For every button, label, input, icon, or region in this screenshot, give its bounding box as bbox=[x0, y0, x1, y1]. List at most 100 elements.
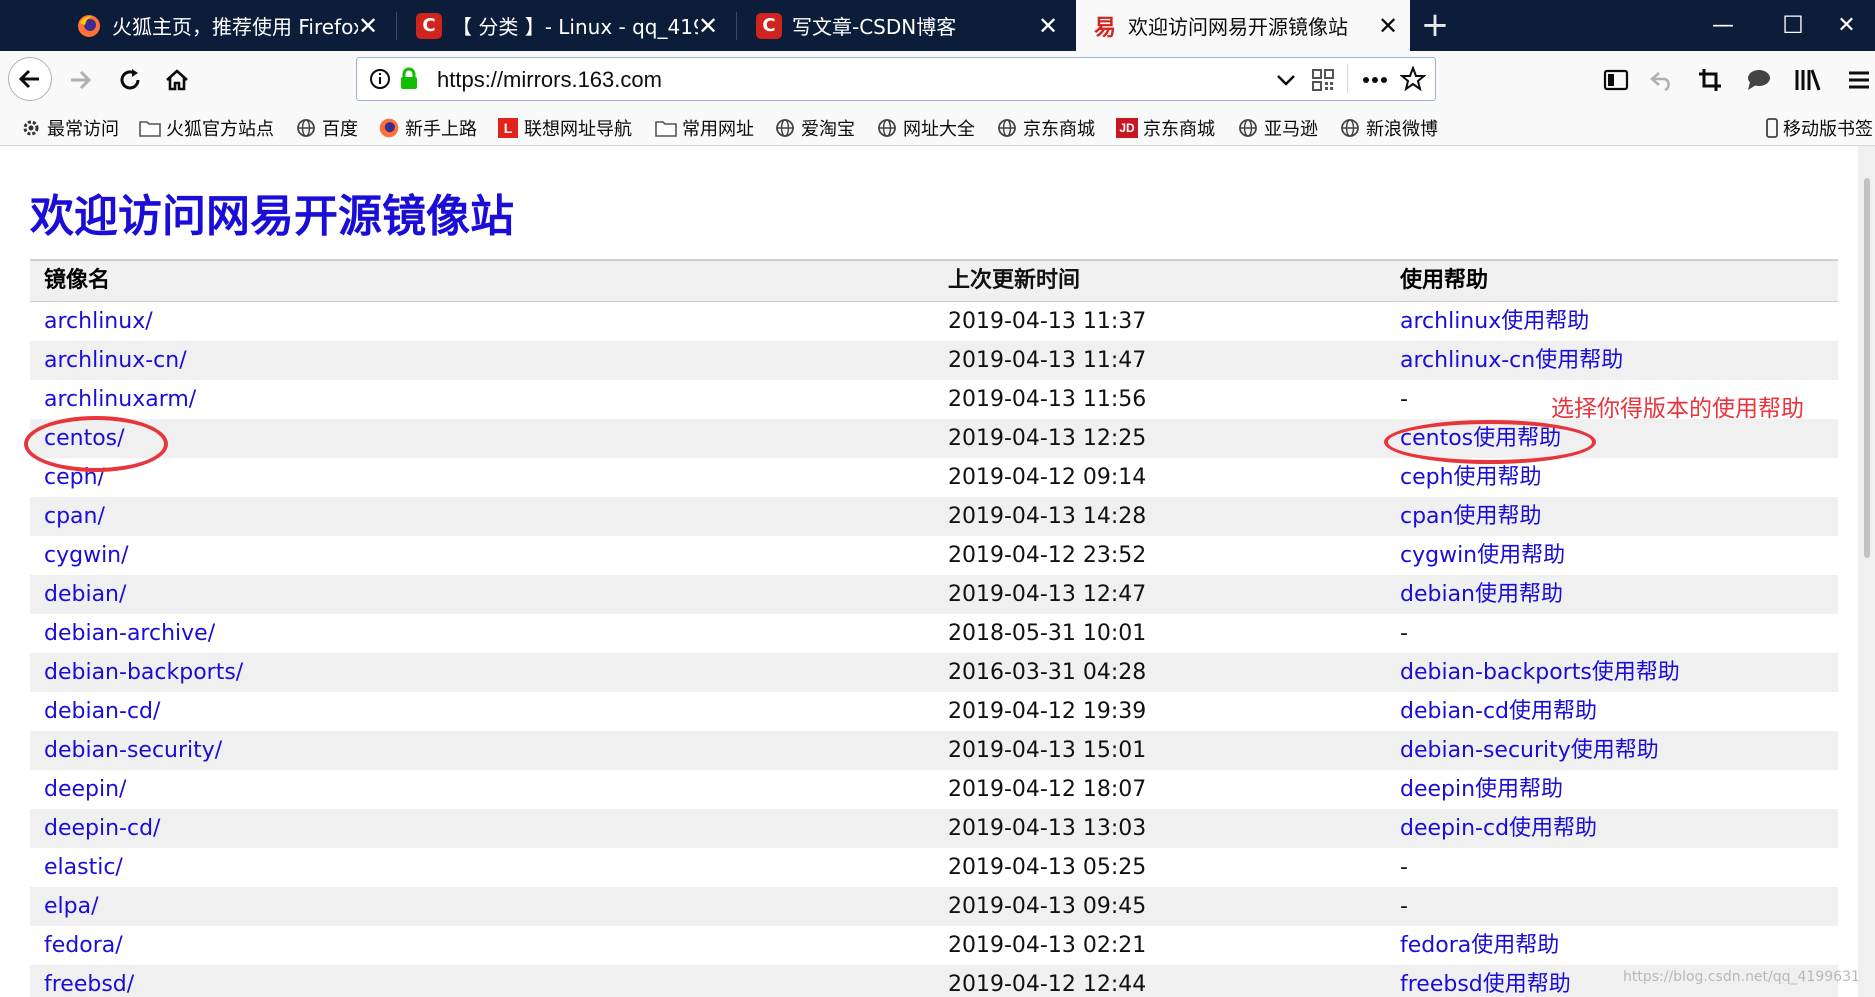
bookmark-label: 新手上路 bbox=[405, 119, 477, 140]
bookmark-label: 最常访问 bbox=[47, 119, 119, 140]
bookmark-aitaobao[interactable]: 爱淘宝 bbox=[774, 113, 855, 143]
url-text[interactable]: https://mirrors.163.com bbox=[437, 67, 662, 93]
undo-button[interactable] bbox=[1642, 60, 1682, 100]
tab-firefox-home[interactable]: 火狐主页，推荐使用 Firefox 火 ✕ bbox=[60, 0, 390, 51]
mirror-link[interactable]: cygwin/ bbox=[44, 536, 129, 575]
new-tab-button[interactable]: + bbox=[1418, 4, 1452, 46]
mirror-link[interactable]: cpan/ bbox=[44, 497, 105, 536]
bookmark-mobile[interactable]: 移动版书签 bbox=[1766, 113, 1873, 143]
help-link[interactable]: debian-cd使用帮助 bbox=[1400, 692, 1597, 731]
bookmark-getting-started[interactable]: 新手上路 bbox=[378, 113, 477, 143]
bookmark-jd-1[interactable]: 京东商城 bbox=[996, 113, 1095, 143]
mirror-link[interactable]: debian-security/ bbox=[44, 731, 222, 770]
url-bar[interactable]: https://mirrors.163.com bbox=[356, 57, 1436, 101]
bookmark-amazon[interactable]: 亚马逊 bbox=[1237, 113, 1318, 143]
close-icon[interactable]: ✕ bbox=[1378, 12, 1398, 40]
lock-icon[interactable] bbox=[399, 67, 419, 91]
mirror-link[interactable]: debian-archive/ bbox=[44, 614, 215, 653]
more-actions-icon[interactable] bbox=[1361, 68, 1389, 92]
menu-button[interactable] bbox=[1840, 60, 1875, 100]
mirror-link[interactable]: debian/ bbox=[44, 575, 126, 614]
last-updated: 2019-04-12 09:14 bbox=[948, 465, 1147, 490]
minimize-button[interactable]: — bbox=[1688, 0, 1758, 51]
help-link[interactable]: cpan使用帮助 bbox=[1400, 497, 1542, 536]
tab-netease-mirror[interactable]: 易 欢迎访问网易开源镜像站 ✕ bbox=[1076, 0, 1410, 51]
bookmark-lenovo-nav[interactable]: L 联想网址导航 bbox=[497, 113, 632, 143]
mirror-link[interactable]: archlinuxarm/ bbox=[44, 380, 196, 419]
tab-title: 火狐主页，推荐使用 Firefox 火 bbox=[112, 15, 358, 39]
bookmark-label: 新浪微博 bbox=[1366, 119, 1438, 140]
folder-icon bbox=[139, 117, 161, 139]
help-none: - bbox=[1400, 387, 1408, 412]
table-row: elastic/2019-04-13 05:25 - bbox=[30, 848, 1838, 887]
sidebar-button[interactable] bbox=[1596, 60, 1636, 100]
info-icon[interactable] bbox=[369, 68, 391, 90]
bookmark-jd-2[interactable]: JD 京东商城 bbox=[1116, 113, 1215, 143]
tab-separator bbox=[736, 12, 737, 40]
table-row: debian-archive/2018-05-31 10:01 - bbox=[30, 614, 1838, 653]
window-close-button[interactable]: ✕ bbox=[1818, 0, 1875, 51]
annotation-text: 选择你得版本的使用帮助 bbox=[1551, 396, 1804, 422]
close-icon[interactable]: ✕ bbox=[358, 12, 378, 40]
mirror-link[interactable]: deepin/ bbox=[44, 770, 126, 809]
table-row: deepin/2019-04-12 18:07 deepin使用帮助 bbox=[30, 770, 1838, 809]
help-link[interactable]: deepin使用帮助 bbox=[1400, 770, 1563, 809]
firefox-icon bbox=[76, 13, 102, 39]
mirror-link[interactable]: debian-backports/ bbox=[44, 653, 243, 692]
forward-button[interactable] bbox=[60, 60, 100, 100]
scrollbar-thumb[interactable] bbox=[1864, 178, 1870, 558]
library-button[interactable] bbox=[1787, 60, 1827, 100]
help-none: - bbox=[1400, 621, 1408, 646]
bookmark-label: 百度 bbox=[322, 119, 358, 140]
help-link[interactable]: cygwin使用帮助 bbox=[1400, 536, 1565, 575]
mirror-link[interactable]: elpa/ bbox=[44, 887, 99, 926]
qr-code-icon[interactable] bbox=[1311, 68, 1335, 92]
home-icon bbox=[166, 69, 188, 91]
last-updated: 2019-04-13 05:25 bbox=[948, 855, 1147, 880]
bookmark-most-visited[interactable]: 最常访问 bbox=[20, 113, 119, 143]
help-link[interactable]: freebsd使用帮助 bbox=[1400, 965, 1571, 997]
tab-csdn-linux[interactable]: C 【 分类 】- Linux - qq_41996 ✕ bbox=[400, 0, 730, 51]
bookmark-common-sites[interactable]: 常用网址 bbox=[655, 113, 754, 143]
mirror-link[interactable]: fedora/ bbox=[44, 926, 123, 965]
table-row: debian-backports/2016-03-31 04:28 debian-… bbox=[30, 653, 1838, 692]
mirror-link[interactable]: deepin-cd/ bbox=[44, 809, 160, 848]
help-link[interactable]: archlinux-cn使用帮助 bbox=[1400, 341, 1623, 380]
bookmark-weibo[interactable]: 新浪微博 bbox=[1339, 113, 1438, 143]
tab-csdn-write[interactable]: C 写文章-CSDN博客 ✕ bbox=[740, 0, 1070, 51]
gear-icon bbox=[20, 117, 42, 139]
help-link[interactable]: debian-security使用帮助 bbox=[1400, 731, 1659, 770]
chat-button[interactable] bbox=[1738, 60, 1778, 100]
bookmark-firefox-official[interactable]: 火狐官方站点 bbox=[139, 113, 274, 143]
last-updated: 2018-05-31 10:01 bbox=[948, 621, 1147, 646]
back-button[interactable] bbox=[8, 57, 52, 101]
star-icon[interactable] bbox=[1400, 66, 1426, 92]
last-updated: 2019-04-13 11:47 bbox=[948, 348, 1147, 373]
help-link[interactable]: archlinux使用帮助 bbox=[1400, 302, 1589, 341]
mirror-link[interactable]: freebsd/ bbox=[44, 965, 134, 997]
home-button[interactable] bbox=[157, 60, 197, 100]
help-link[interactable]: debian-backports使用帮助 bbox=[1400, 653, 1680, 692]
bookmark-site-directory[interactable]: 网址大全 bbox=[876, 113, 975, 143]
arrow-right-icon bbox=[71, 70, 92, 90]
help-link[interactable]: deepin-cd使用帮助 bbox=[1400, 809, 1597, 848]
reload-button[interactable] bbox=[110, 60, 150, 100]
screenshot-button[interactable] bbox=[1690, 60, 1730, 100]
table-row: debian-cd/2019-04-12 19:39 debian-cd使用帮助 bbox=[30, 692, 1838, 731]
mirror-link[interactable]: elastic/ bbox=[44, 848, 123, 887]
help-link[interactable]: debian使用帮助 bbox=[1400, 575, 1563, 614]
column-header-updated: 上次更新时间 bbox=[948, 268, 1081, 293]
help-link[interactable]: fedora使用帮助 bbox=[1400, 926, 1559, 965]
mirror-link[interactable]: archlinux/ bbox=[44, 302, 153, 341]
bookmark-baidu[interactable]: 百度 bbox=[295, 113, 358, 143]
table-row: ceph/2019-04-12 09:14 ceph使用帮助 bbox=[30, 458, 1838, 497]
tab-title: 【 分类 】- Linux - qq_41996 bbox=[452, 15, 698, 39]
close-icon[interactable]: ✕ bbox=[698, 12, 718, 40]
chevron-down-icon[interactable] bbox=[1275, 70, 1297, 90]
globe-icon bbox=[1237, 117, 1259, 139]
help-link[interactable]: ceph使用帮助 bbox=[1400, 458, 1542, 497]
mirror-link[interactable]: archlinux-cn/ bbox=[44, 341, 187, 380]
last-updated: 2019-04-13 09:45 bbox=[948, 894, 1147, 919]
close-icon[interactable]: ✕ bbox=[1038, 12, 1058, 40]
mirror-link[interactable]: debian-cd/ bbox=[44, 692, 160, 731]
